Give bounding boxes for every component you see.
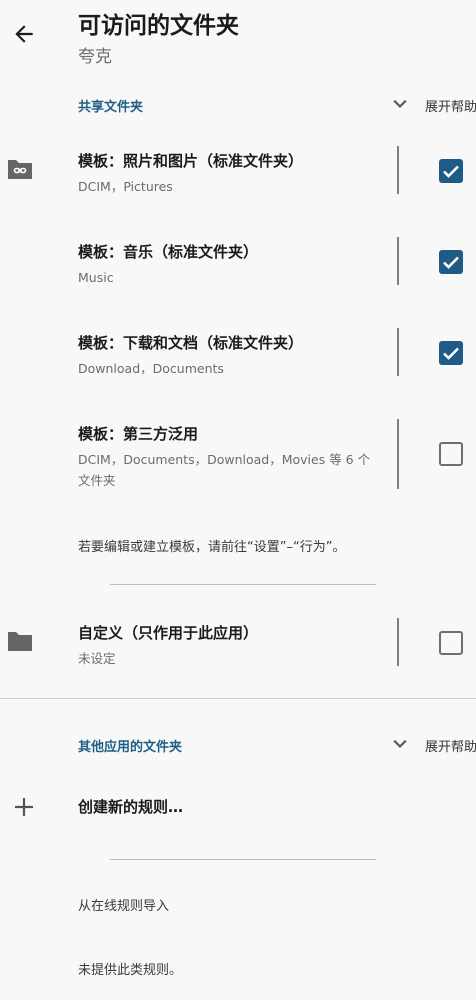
checkbox-music[interactable]: [439, 250, 463, 274]
section-title-other-apps: 其他应用的文件夹: [78, 740, 183, 755]
checkbox-custom[interactable]: [439, 631, 463, 655]
row-divider: [397, 328, 399, 376]
row-title-photos: 模板：照片和图片（标准文件夹）: [78, 152, 304, 170]
checkbox-third-party[interactable]: [439, 442, 463, 466]
add-rule-button[interactable]: [10, 793, 38, 821]
check-icon: [443, 165, 459, 178]
folder-icon: [6, 627, 34, 655]
chevron-down-icon: [393, 739, 407, 749]
check-icon: [443, 256, 459, 269]
expand-help-label[interactable]: 展开帮助: [425, 96, 476, 115]
add-rule-label[interactable]: 创建新的规则…: [78, 796, 183, 817]
app-name: 夸克: [78, 47, 112, 67]
row-title-music: 模板：音乐（标准文件夹）: [78, 243, 259, 261]
empty-rules-note: 未提供此类规则。: [78, 963, 183, 978]
section-divider: [0, 698, 476, 699]
expand-help-label[interactable]: 展开帮助: [425, 736, 476, 755]
page-title: 可访问的文件夹: [78, 13, 239, 39]
plus-icon: [15, 798, 33, 816]
check-icon: [443, 347, 459, 360]
expand-help-toggle-shared[interactable]: [388, 92, 412, 116]
arrow-back-icon: [15, 25, 33, 43]
section-title-shared: 共享文件夹: [78, 100, 144, 115]
back-button[interactable]: [4, 14, 44, 54]
row-subtitle-music: Music: [78, 270, 114, 285]
row-divider: [397, 419, 399, 489]
row-divider: [397, 146, 399, 194]
divider: [110, 859, 376, 860]
divider: [110, 584, 376, 585]
checkbox-downloads[interactable]: [439, 341, 463, 365]
row-subtitle-custom: 未设定: [78, 651, 116, 666]
link-folder-icon: [6, 155, 34, 183]
row-divider: [397, 618, 399, 666]
expand-help-toggle-other[interactable]: [388, 732, 412, 756]
row-subtitle-third-party: DCIM，Documents，Download，Movies 等 6 个文件夹: [78, 452, 371, 488]
row-divider: [397, 237, 399, 285]
row-subtitle-photos: DCIM，Pictures: [78, 179, 173, 194]
template-note: 若要编辑或建立模板，请前往“设置”–“行为”。: [78, 540, 346, 555]
import-rules-link[interactable]: 从在线规则导入: [78, 895, 169, 914]
row-title-downloads: 模板：下载和文档（标准文件夹）: [78, 334, 304, 352]
chevron-down-icon: [393, 99, 407, 109]
checkbox-photos[interactable]: [439, 159, 463, 183]
row-subtitle-downloads: Download，Documents: [78, 361, 224, 376]
row-title-third-party: 模板：第三方泛用: [78, 425, 199, 443]
row-title-custom: 自定义（只作用于此应用）: [78, 624, 259, 642]
